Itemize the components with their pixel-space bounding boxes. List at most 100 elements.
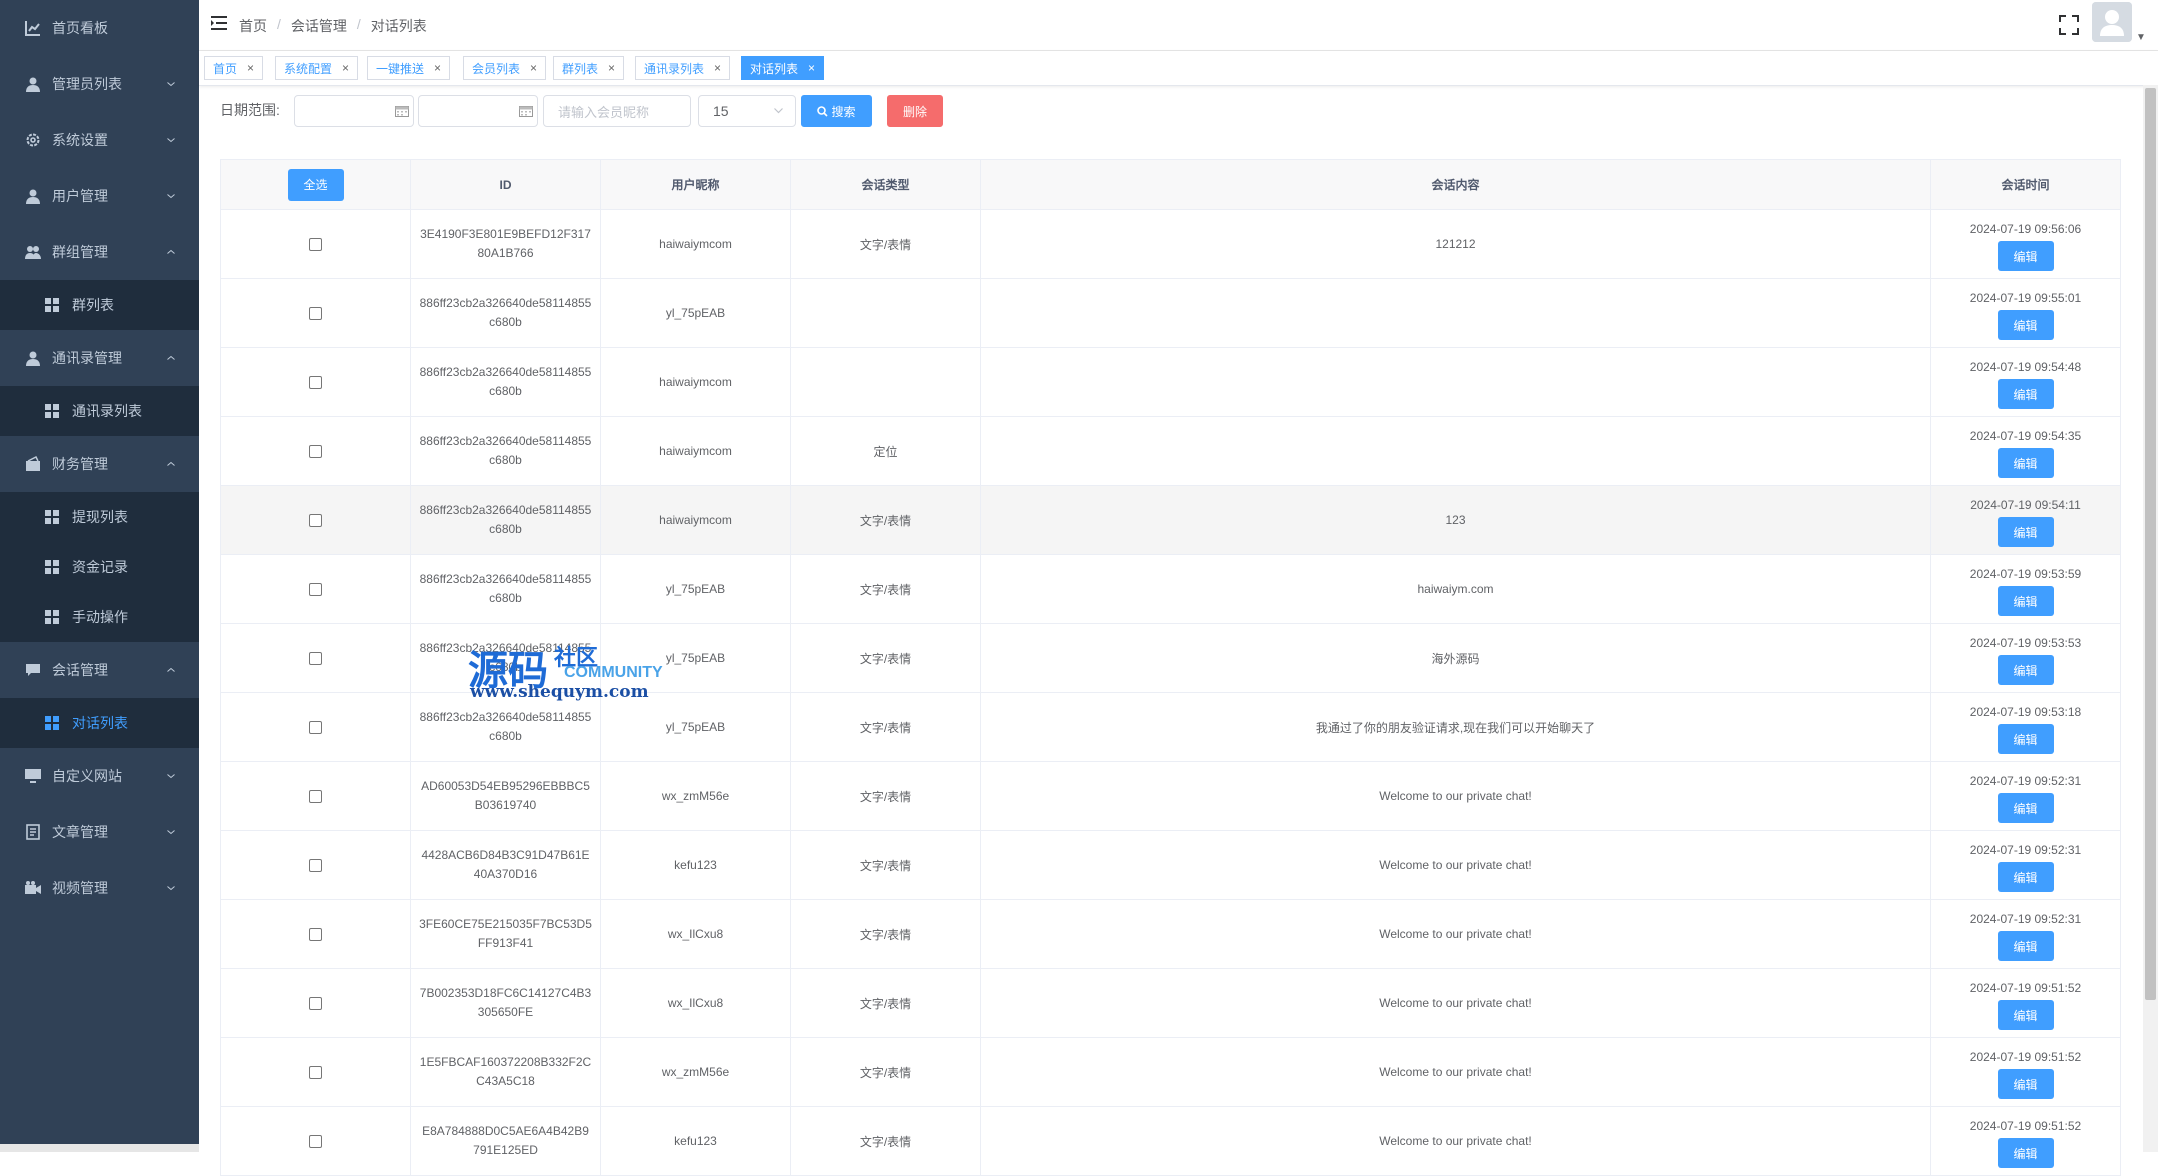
edit-button[interactable]: 编辑 <box>1997 655 2054 685</box>
user-icon <box>25 188 41 204</box>
edit-button[interactable]: 编辑 <box>1997 793 2054 823</box>
avatar[interactable] <box>2092 2 2132 42</box>
caret-down-icon[interactable]: ▼ <box>2136 32 2146 43</box>
search-button[interactable]: 搜索 <box>801 95 872 127</box>
row-checkbox[interactable] <box>309 789 322 803</box>
breadcrumb-item-session[interactable]: 会话管理 <box>291 16 347 36</box>
sidebar-item-1[interactable]: 管理员列表 <box>0 56 199 112</box>
row-checkbox[interactable] <box>309 375 322 389</box>
edit-button[interactable]: 编辑 <box>1997 517 2054 547</box>
sidebar-subitem-dialog-list[interactable]: 对话列表 <box>0 698 199 748</box>
td-content: 123 <box>981 486 1931 554</box>
tag-0[interactable]: 首页 × <box>204 56 264 80</box>
sidebar-item-2[interactable]: 系统设置 <box>0 112 199 168</box>
td-nickname: haiwaiymcom <box>601 210 791 278</box>
close-icon[interactable]: × <box>714 61 721 75</box>
row-checkbox[interactable] <box>309 513 322 527</box>
edit-button[interactable]: 编辑 <box>1997 448 2054 478</box>
select-all-button[interactable]: 全选 <box>287 168 344 201</box>
sidebar-subitem-label: 手动操作 <box>72 609 128 625</box>
row-time: 2024-07-19 09:52:31 <box>1969 912 2082 926</box>
edit-button[interactable]: 编辑 <box>1997 586 2054 616</box>
sidebar-subitem-funds-record[interactable]: 资金记录 <box>0 542 199 592</box>
td-time: 2024-07-19 09:52:31 编辑 <box>1931 762 2121 830</box>
close-icon[interactable]: × <box>530 61 537 75</box>
sidebar-subitem-group-list[interactable]: 群列表 <box>0 280 199 330</box>
sidebar-item-9[interactable]: 文章管理 <box>0 804 199 860</box>
close-icon[interactable]: × <box>608 61 615 75</box>
row-time: 2024-07-19 09:54:48 <box>1969 360 2082 374</box>
tag-label: 对话列表 <box>750 61 799 76</box>
edit-button[interactable]: 编辑 <box>1997 931 2054 961</box>
row-time: 2024-07-19 09:54:35 <box>1969 429 2082 443</box>
row-checkbox[interactable] <box>309 1065 322 1079</box>
row-checkbox[interactable] <box>309 582 322 596</box>
close-icon[interactable]: × <box>434 61 441 75</box>
user-icon <box>25 76 41 92</box>
row-checkbox[interactable] <box>309 651 322 665</box>
edit-button[interactable]: 编辑 <box>1997 241 2054 271</box>
td-content: Welcome to our private chat! <box>981 1038 1931 1106</box>
row-checkbox[interactable] <box>309 1134 322 1148</box>
close-icon[interactable]: × <box>808 61 815 75</box>
row-checkbox[interactable] <box>309 237 322 251</box>
sidebar-subitem-contacts-list[interactable]: 通讯录列表 <box>0 386 199 436</box>
edit-button[interactable]: 编辑 <box>1997 1138 2054 1168</box>
edit-button[interactable]: 编辑 <box>1997 379 2054 409</box>
wallet-icon <box>25 456 41 472</box>
td-id: 886ff23cb2a326640de58114855c680b <box>411 348 601 416</box>
delete-button[interactable]: 删除 <box>887 95 943 127</box>
row-time: 2024-07-19 09:55:01 <box>1969 291 2082 305</box>
chevron-down-icon <box>167 82 175 87</box>
end-date-input[interactable] <box>418 95 538 127</box>
sidebar-item-4[interactable]: 群组管理 <box>0 224 199 280</box>
tag-6[interactable]: 对话列表 × <box>741 56 825 80</box>
sidebar-item-5[interactable]: 通讯录管理 <box>0 330 199 386</box>
td-time: 2024-07-19 09:53:59 编辑 <box>1931 555 2121 623</box>
th-select: 全选 <box>221 160 411 209</box>
row-checkbox[interactable] <box>309 927 322 941</box>
td-select <box>221 900 411 968</box>
row-checkbox[interactable] <box>309 720 322 734</box>
edit-button[interactable]: 编辑 <box>1997 310 2054 340</box>
close-icon[interactable]: × <box>342 61 349 75</box>
tag-3[interactable]: 会员列表 × <box>463 56 547 80</box>
hamburger-icon[interactable] <box>211 14 229 32</box>
sidebar-bottom-scrollbar[interactable] <box>0 1144 199 1152</box>
tag-1[interactable]: 系统配置 × <box>275 56 359 80</box>
delete-button-label: 删除 <box>902 104 927 119</box>
edit-button[interactable]: 编辑 <box>1997 862 2054 892</box>
calendar-icon <box>519 106 533 117</box>
sidebar-item-7[interactable]: 会话管理 <box>0 642 199 698</box>
row-checkbox[interactable] <box>309 306 322 320</box>
table-row: 886ff23cb2a326640de58114855c680b yl_75pEA… <box>221 555 2121 624</box>
nickname-search-input[interactable]: 请输入会员昵称 <box>543 95 691 127</box>
sidebar-subitem-manual-op[interactable]: 手动操作 <box>0 592 199 642</box>
td-content: Welcome to our private chat! <box>981 1107 1931 1175</box>
td-nickname: kefu123 <box>601 1107 791 1175</box>
start-date-input[interactable] <box>294 95 414 127</box>
tag-2[interactable]: 一键推送 × <box>367 56 451 80</box>
close-icon[interactable]: × <box>247 61 254 75</box>
td-select <box>221 279 411 347</box>
edit-button[interactable]: 编辑 <box>1997 1000 2054 1030</box>
sidebar-item-6[interactable]: 财务管理 <box>0 436 199 492</box>
tag-4[interactable]: 群列表 × <box>553 56 625 80</box>
tag-5[interactable]: 通讯录列表 × <box>635 56 731 80</box>
row-checkbox[interactable] <box>309 444 322 458</box>
row-time: 2024-07-19 09:52:31 <box>1969 843 2082 857</box>
edit-button[interactable]: 编辑 <box>1997 724 2054 754</box>
breadcrumb: 首页 / 会话管理 / 对话列表 <box>239 16 427 36</box>
sidebar-item-0[interactable]: 首页看板 <box>0 0 199 56</box>
sidebar-subitem-withdraw-list[interactable]: 提现列表 <box>0 492 199 542</box>
page-size-select[interactable]: 15 <box>698 95 796 127</box>
fullscreen-icon[interactable] <box>2058 14 2080 36</box>
edit-button[interactable]: 编辑 <box>1997 1069 2054 1099</box>
sidebar-item-3[interactable]: 用户管理 <box>0 168 199 224</box>
row-checkbox[interactable] <box>309 996 322 1010</box>
sidebar-item-8[interactable]: 自定义网站 <box>0 748 199 804</box>
row-checkbox[interactable] <box>309 858 322 872</box>
sidebar-item-10[interactable]: 视频管理 <box>0 860 199 916</box>
breadcrumb-item-home[interactable]: 首页 <box>239 16 267 36</box>
page-scrollbar-thumb[interactable] <box>2145 88 2156 1000</box>
